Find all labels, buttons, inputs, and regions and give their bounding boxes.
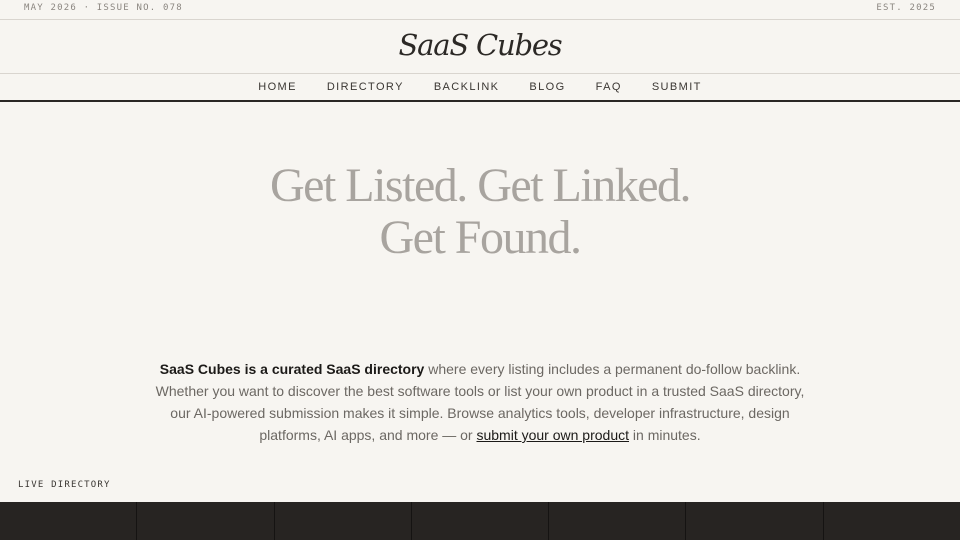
intro-text-2: in minutes.	[629, 427, 701, 443]
nav-faq[interactable]: FAQ	[596, 81, 622, 93]
hero: Get Listed. Get Linked. Get Found.	[0, 160, 960, 264]
hero-headline-line-2: Get Found.	[379, 211, 583, 264]
directory-cell[interactable]	[412, 502, 550, 540]
intro-bold: SaaS Cubes is a curated SaaS directory	[159, 361, 425, 377]
intro-paragraph: SaaS Cubes is a curated SaaS directory w…	[150, 358, 810, 446]
directory-strip	[0, 502, 960, 540]
directory-cell[interactable]	[275, 502, 412, 540]
directory-cell[interactable]	[549, 502, 687, 540]
live-directory-label: LIVE DIRECTORY	[18, 480, 111, 490]
masthead: SaaS Cubes	[0, 20, 960, 74]
nav-directory[interactable]: DIRECTORY	[327, 81, 404, 93]
directory-cell[interactable]	[0, 502, 138, 540]
hero-headline-line-1: Get Listed. Get Linked.	[269, 159, 692, 212]
nav-home[interactable]: HOME	[258, 81, 297, 93]
site-logo[interactable]: SaaS Cubes	[398, 28, 562, 62]
top-strip: MAY 2026 · ISSUE NO. 078 EST. 2025	[0, 0, 960, 20]
directory-cell[interactable]	[137, 502, 275, 540]
main-nav: HOME DIRECTORY BACKLINK BLOG FAQ SUBMIT	[0, 74, 960, 102]
directory-cell[interactable]	[824, 502, 960, 540]
established-label: EST. 2025	[876, 3, 936, 13]
issue-label: MAY 2026 · ISSUE NO. 078	[24, 3, 183, 13]
nav-blog[interactable]: BLOG	[529, 81, 565, 93]
directory-cell[interactable]	[686, 502, 824, 540]
nav-backlink[interactable]: BACKLINK	[434, 81, 500, 93]
submit-product-link[interactable]: submit your own product	[476, 427, 629, 443]
nav-submit[interactable]: SUBMIT	[652, 81, 702, 93]
